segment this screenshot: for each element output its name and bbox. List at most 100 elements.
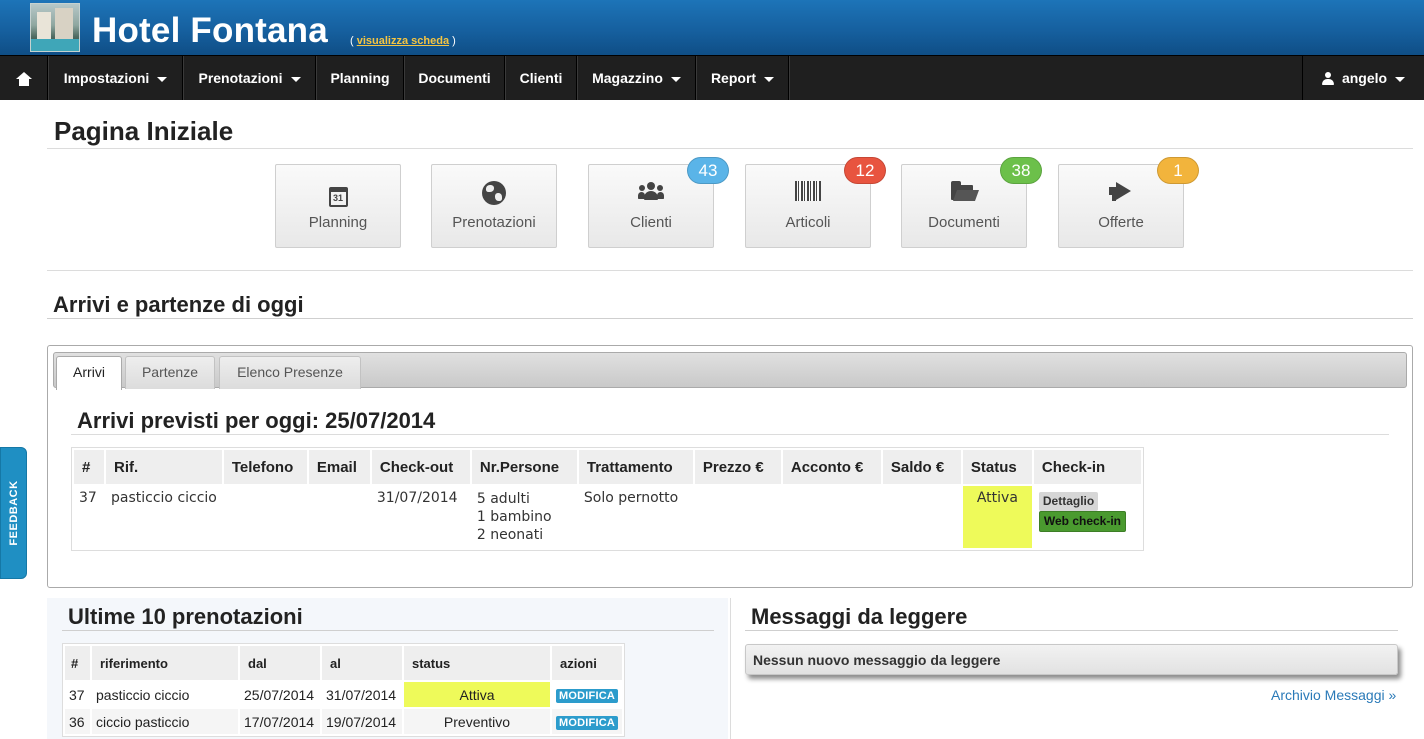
tile-planning[interactable]: 31 Planning	[275, 164, 401, 248]
col-trattamento: Trattamento	[578, 450, 693, 484]
calendar-icon: 31	[276, 181, 400, 207]
barcode-icon	[746, 181, 870, 207]
feedback-tab[interactable]: FEEDBACK	[0, 447, 27, 579]
tile-label: Clienti	[630, 214, 672, 231]
table-header-row: # Rif. Telefono Email Check-out Nr.Perso…	[74, 450, 1141, 484]
table-row: 37 pasticcio ciccio 25/07/2014 31/07/201…	[65, 682, 622, 707]
offers-count-badge: 1	[1157, 157, 1199, 184]
caret-down-icon	[290, 76, 301, 82]
col-email: Email	[308, 450, 370, 484]
clients-count-badge: 43	[687, 157, 729, 184]
arrivals-subtitle: Arrivi previsti per oggi: 25/07/2014	[77, 408, 436, 433]
col-azioni: azioni	[552, 646, 622, 680]
folder-open-icon	[902, 181, 1026, 207]
col-riferimento: riferimento	[92, 646, 238, 680]
cell-acconto	[783, 486, 881, 548]
nav-magazzino[interactable]: Magazzino	[578, 56, 696, 100]
cell-al: 31/07/2014	[326, 686, 397, 703]
page-title: Pagina Iniziale	[54, 116, 234, 146]
status-badge: Attiva	[404, 682, 550, 707]
status-badge: Preventivo	[404, 709, 550, 734]
col-persone: Nr.Persone	[471, 450, 577, 484]
nav-clienti[interactable]: Clienti	[506, 56, 577, 100]
caret-down-icon	[764, 76, 775, 82]
col-status: Status	[962, 450, 1032, 484]
nav-user-menu[interactable]: angelo	[1302, 56, 1424, 100]
nav-home-button[interactable]	[0, 56, 48, 100]
col-status: status	[404, 646, 550, 680]
modifica-button[interactable]: MODIFICA	[556, 689, 618, 703]
cell-azioni: MODIFICA	[552, 709, 622, 734]
nav-impostazioni[interactable]: Impostazioni	[49, 56, 183, 100]
cell-dal: 25/07/2014	[244, 686, 315, 703]
status-badge: Attiva	[962, 486, 1032, 548]
hotel-logo-image	[30, 3, 80, 52]
arrivals-table: # Rif. Telefono Email Check-out Nr.Perso…	[71, 447, 1144, 551]
cell-telefono	[224, 486, 307, 548]
divider	[745, 630, 1398, 631]
cell-dal: 17/07/2014	[240, 709, 320, 734]
caret-down-icon	[1395, 76, 1406, 82]
globe-icon	[432, 181, 556, 207]
last-bookings-title: Ultime 10 prenotazioni	[68, 604, 303, 629]
col-saldo: Saldo €	[882, 450, 961, 484]
cell-num: 37	[69, 686, 85, 703]
tab-elenco-presenze[interactable]: Elenco Presenze	[219, 356, 361, 389]
tab-arrivi[interactable]: Arrivi	[56, 356, 122, 390]
col-al: al	[322, 646, 402, 680]
user-icon	[1321, 72, 1334, 86]
archive-messages-link[interactable]: Archivio Messaggi »	[1271, 687, 1396, 703]
dettaglio-button[interactable]: Dettaglio	[1038, 492, 1099, 511]
nav-prenotazioni[interactable]: Prenotazioni	[184, 56, 316, 100]
cell-riferimento: ciccio pasticcio	[92, 709, 238, 734]
cell-trattamento: Solo pernotto	[583, 490, 679, 506]
nav-documenti[interactable]: Documenti	[405, 56, 505, 100]
cell-num: 36	[65, 709, 90, 734]
col-acconto: Acconto €	[782, 450, 881, 484]
articles-count-badge: 12	[844, 157, 886, 184]
tile-label: Articoli	[785, 214, 831, 231]
tile-documenti[interactable]: Documenti 38	[901, 157, 1042, 248]
caret-down-icon	[157, 76, 168, 82]
cell-al: 19/07/2014	[322, 709, 402, 734]
caret-down-icon	[670, 76, 681, 82]
tile-clienti[interactable]: Clienti 43	[588, 157, 729, 248]
documents-count-badge: 38	[1000, 157, 1042, 184]
megaphone-icon	[1059, 181, 1183, 207]
divider	[62, 630, 714, 631]
bookings-table: # riferimento dal al status azioni 37 pa…	[62, 643, 625, 737]
cell-prezzo	[695, 486, 781, 548]
cell-checkin: Dettaglio Web check-in	[1034, 486, 1141, 548]
tab-partenze[interactable]: Partenze	[125, 356, 215, 389]
cell-persone: 5 adulti 1 bambino 2 neonati	[476, 491, 552, 543]
tile-offerte[interactable]: Offerte 1	[1058, 157, 1199, 248]
arrivals-section-title: Arrivi e partenze di oggi	[53, 292, 304, 317]
view-profile-link[interactable]: visualizza scheda	[357, 35, 449, 47]
tile-articoli[interactable]: Articoli 12	[745, 157, 886, 248]
cell-checkout: 31/07/2014	[376, 490, 458, 506]
col-prezzo: Prezzo €	[694, 450, 781, 484]
cell-riferimento: pasticcio ciccio	[96, 686, 190, 703]
divider	[47, 148, 1413, 149]
col-checkin: Check-in	[1033, 450, 1141, 484]
tile-label: Prenotazioni	[452, 214, 536, 231]
divider	[47, 270, 1413, 271]
modifica-button[interactable]: MODIFICA	[556, 716, 618, 730]
nav-report[interactable]: Report	[697, 56, 789, 100]
nav-planning[interactable]: Planning	[317, 56, 404, 100]
main-navbar: Impostazioni Prenotazioni Planning Docum…	[0, 55, 1424, 100]
divider	[47, 318, 1413, 319]
tab-bar: Arrivi Partenze Elenco Presenze	[53, 352, 1407, 390]
tile-prenotazioni[interactable]: Prenotazioni	[431, 164, 557, 248]
col-num: #	[74, 450, 104, 484]
table-row: 37 pasticcio ciccio 31/07/2014 5 adulti …	[74, 486, 1141, 548]
app-header: Hotel Fontana ( visualizza scheda )	[0, 0, 1424, 55]
cell-azioni: MODIFICA	[552, 682, 622, 707]
messages-title: Messaggi da leggere	[751, 604, 968, 629]
web-checkin-button[interactable]: Web check-in	[1038, 511, 1127, 532]
col-dal: dal	[240, 646, 320, 680]
users-icon	[589, 181, 713, 207]
table-row: 36 ciccio pasticcio 17/07/2014 19/07/201…	[65, 709, 622, 734]
cell-rif: pasticcio ciccio	[111, 490, 217, 506]
tile-label: Planning	[308, 214, 368, 231]
